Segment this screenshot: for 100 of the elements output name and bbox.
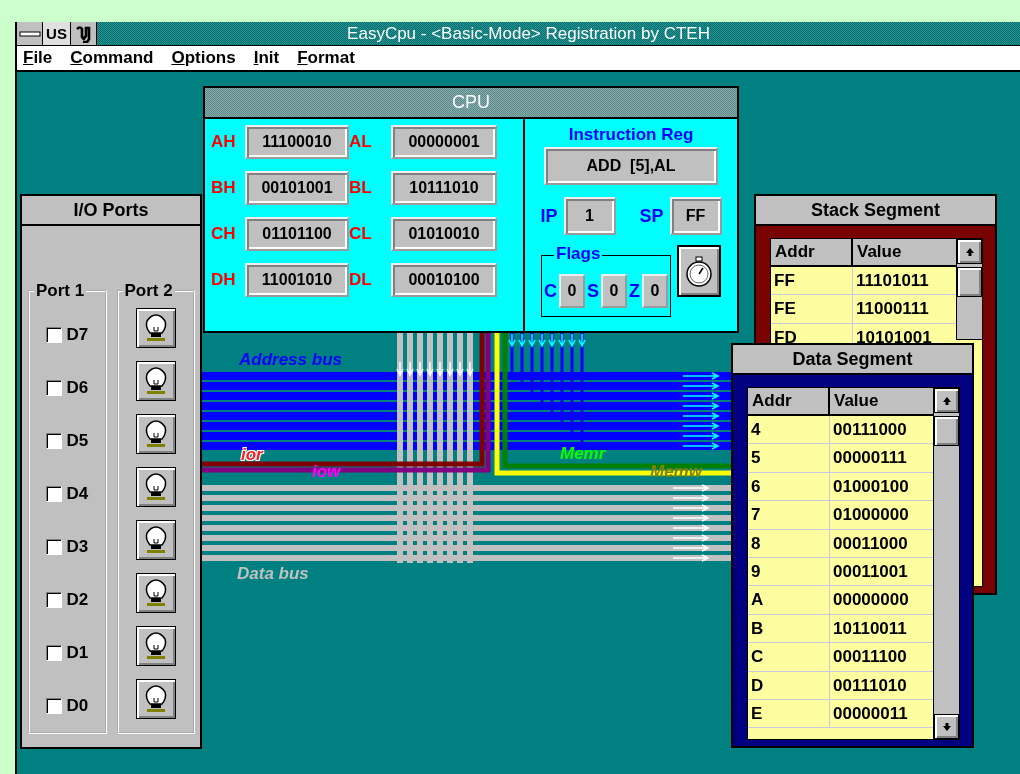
flag-label: C <box>544 280 557 302</box>
checkbox[interactable] <box>46 697 63 714</box>
checkbox[interactable] <box>46 485 63 502</box>
sp-field: FF <box>669 197 722 235</box>
bus-label: Data bus <box>237 564 309 584</box>
table-cell: C <box>748 643 830 671</box>
table-cell-text: 10110011 <box>832 617 908 640</box>
flag-field: 0 <box>601 274 627 308</box>
table-cell: 6 <box>748 472 830 501</box>
register-label: CL <box>349 224 373 244</box>
flags-title: Flags <box>554 244 603 264</box>
stopwatch-icon <box>684 254 714 288</box>
menu-item[interactable]: Init <box>251 48 292 68</box>
flag-field: 0 <box>642 274 668 308</box>
register-field: 00101001 <box>245 171 349 205</box>
scroll-thumb[interactable] <box>957 267 982 297</box>
checkbox[interactable] <box>46 538 63 555</box>
control-menu-button[interactable] <box>17 22 43 45</box>
register-field: 11001010 <box>245 263 349 297</box>
column-header[interactable]: Value <box>830 388 933 414</box>
register-field: 11100010 <box>245 125 349 159</box>
dash-icon <box>18 28 41 39</box>
checkbox-label: D7 <box>66 324 89 345</box>
ip-label: IP <box>540 205 558 227</box>
flag-field: 0 <box>559 274 585 308</box>
bus-label: Memr <box>560 444 606 464</box>
checkbox[interactable] <box>46 432 63 449</box>
down-arrow-icon <box>941 721 952 732</box>
lamp-button[interactable] <box>135 573 176 613</box>
up-arrow-icon <box>941 395 952 406</box>
up-arrow-icon <box>964 246 975 257</box>
register-label: CH <box>211 224 237 244</box>
ip-field: 1 <box>563 197 616 235</box>
flag-label: Z <box>629 280 640 302</box>
lamp-button[interactable] <box>135 520 176 560</box>
lamp-button[interactable] <box>135 308 176 348</box>
scrollbar[interactable] <box>956 239 982 340</box>
table-cell-text: 00011001 <box>832 560 909 583</box>
table-cell-text: 00000111 <box>832 447 908 470</box>
scroll-up-button[interactable] <box>957 239 982 264</box>
table-cell-text: 01000000 <box>832 504 910 527</box>
table-cell: 4 <box>748 416 830 444</box>
checkbox[interactable] <box>46 326 63 343</box>
logo-button[interactable] <box>71 22 97 45</box>
register-field: 10111010 <box>391 171 497 205</box>
scroll-thumb[interactable] <box>934 416 959 446</box>
register-label: BL <box>349 178 373 198</box>
window-title: EasyCpu - <Basic-Mode> Registration by CTEH <box>346 23 711 45</box>
sp-label: SP <box>639 205 664 227</box>
column-header[interactable]: Addr <box>771 239 853 265</box>
register-field: 01010010 <box>391 217 497 251</box>
bus-label: Address bus <box>239 350 342 370</box>
register-field: 00010100 <box>391 263 497 297</box>
table-cell-text: 00000011 <box>832 702 909 725</box>
table-cell: FE <box>771 295 853 323</box>
menu-item[interactable]: Command <box>68 48 166 68</box>
table-cell-text: 01000100 <box>832 475 910 498</box>
table-cell: 9 <box>748 557 830 586</box>
table-cell: B <box>748 614 830 643</box>
lamp-button[interactable] <box>135 679 176 719</box>
column-header[interactable]: Addr <box>748 388 830 414</box>
table-cell: FF <box>771 267 853 295</box>
checkbox-label: D1 <box>66 642 89 663</box>
instruction-reg-label: Instruction Reg <box>568 125 694 145</box>
register-field: 01101100 <box>245 217 349 251</box>
flag-label: S <box>587 280 599 302</box>
lamp-button[interactable] <box>135 467 176 507</box>
checkbox-label: D5 <box>66 430 89 451</box>
register-label: AL <box>349 132 373 152</box>
checkbox[interactable] <box>46 379 63 396</box>
checkbox[interactable] <box>46 644 63 661</box>
scrollbar[interactable] <box>933 388 959 739</box>
table-cell-text: 00111010 <box>832 674 908 697</box>
table-cell-text: 00000000 <box>832 589 910 612</box>
menu-item[interactable]: Options <box>169 48 248 68</box>
menu-item[interactable]: File <box>21 48 65 68</box>
table-cell-text: 00011100 <box>832 646 908 669</box>
lamp-button[interactable] <box>135 414 176 454</box>
checkbox-label: D0 <box>66 695 89 716</box>
lamp-button[interactable] <box>135 626 176 666</box>
register-label: DL <box>349 270 373 290</box>
table-cell: 7 <box>748 501 830 529</box>
language-button[interactable]: US <box>43 22 71 45</box>
register-label: BH <box>211 178 237 198</box>
column-header[interactable]: Value <box>853 239 956 265</box>
checkbox[interactable] <box>46 591 63 608</box>
table-cell-text: 00011000 <box>832 532 909 555</box>
stopwatch-button[interactable] <box>677 245 721 297</box>
lamp-button[interactable] <box>135 361 176 401</box>
bus-label: iow <box>312 462 341 482</box>
register-label: DH <box>211 270 237 290</box>
scroll-down-button[interactable] <box>934 714 959 739</box>
table-cell: A <box>748 586 830 614</box>
scroll-up-button[interactable] <box>934 388 959 413</box>
register-field: 00000001 <box>391 125 497 159</box>
table-cell: 8 <box>748 529 830 557</box>
table-cell: E <box>748 699 830 728</box>
menu-item[interactable]: Format <box>295 48 367 68</box>
table-cell-text: 00111000 <box>832 419 908 441</box>
checkbox-label: D4 <box>66 483 89 504</box>
